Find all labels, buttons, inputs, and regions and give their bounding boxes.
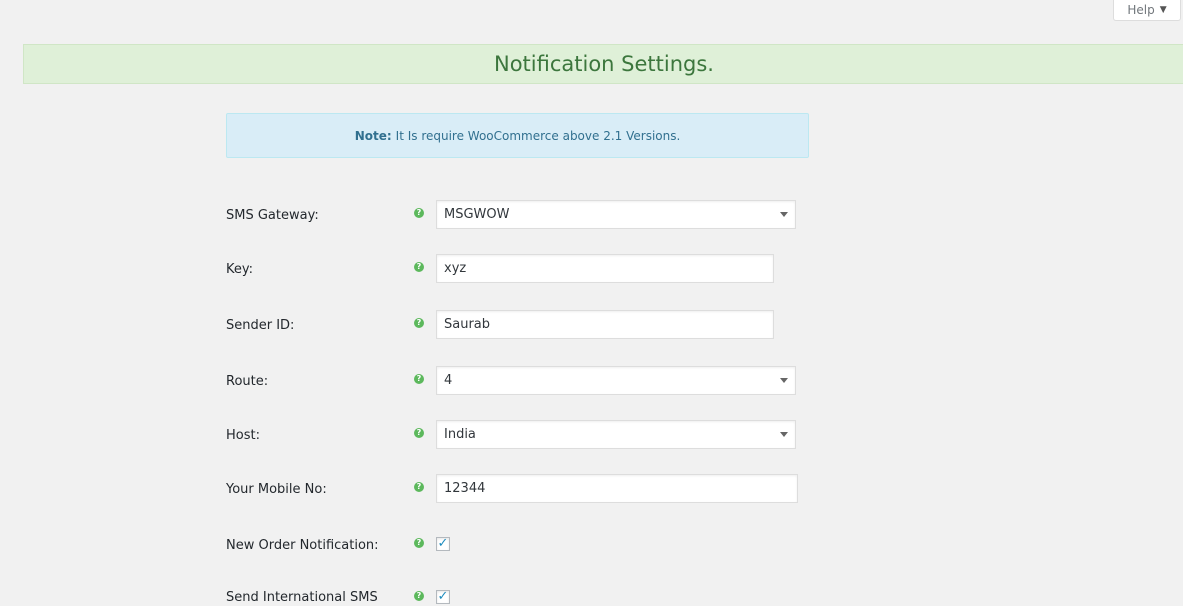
mobile-value: 12344 xyxy=(444,481,486,496)
route-value: 4 xyxy=(444,373,453,388)
help-tip-icon[interactable]: ? xyxy=(414,262,424,272)
new-order-label: New Order Notification: xyxy=(226,538,379,553)
help-tip-icon[interactable]: ? xyxy=(414,538,424,548)
sms-gateway-label: SMS Gateway: xyxy=(226,208,319,223)
dropdown-arrow-icon xyxy=(780,212,788,217)
new-order-checkbox[interactable]: ✓ xyxy=(436,537,450,551)
host-value: India xyxy=(444,427,476,442)
checkmark-icon: ✓ xyxy=(437,589,449,604)
help-tip-icon[interactable]: ? xyxy=(414,208,424,218)
key-input[interactable]: xyz xyxy=(436,254,774,283)
dropdown-arrow-icon xyxy=(780,432,788,437)
dropdown-arrow-icon xyxy=(780,378,788,383)
sms-gateway-select[interactable]: MSGWOW xyxy=(436,200,796,229)
intl-sms-checkbox[interactable]: ✓ xyxy=(436,590,450,604)
help-label: Help xyxy=(1127,3,1155,17)
route-label: Route: xyxy=(226,374,269,389)
help-tip-icon[interactable]: ? xyxy=(414,482,424,492)
checkmark-icon: ✓ xyxy=(437,536,449,551)
sender-id-value: Saurab xyxy=(444,317,491,332)
mobile-input[interactable]: 12344 xyxy=(436,474,798,503)
note-prefix: Note: xyxy=(354,128,392,143)
sms-gateway-value: MSGWOW xyxy=(444,207,510,222)
caret-down-icon: ▼ xyxy=(1159,5,1167,15)
help-tip-icon[interactable]: ? xyxy=(414,318,424,328)
intl-sms-label: Send International SMS xyxy=(226,590,378,605)
woocommerce-note: Note: It Is require WooCommerce above 2.… xyxy=(226,113,809,158)
host-label: Host: xyxy=(226,428,260,443)
key-label: Key: xyxy=(226,262,254,277)
help-tip-icon[interactable]: ? xyxy=(414,374,424,384)
sender-id-label: Sender ID: xyxy=(226,318,295,333)
help-tip-icon[interactable]: ? xyxy=(414,428,424,438)
key-value: xyz xyxy=(444,261,467,276)
note-text: It Is require WooCommerce above 2.1 Vers… xyxy=(395,128,681,143)
mobile-label: Your Mobile No: xyxy=(226,482,327,497)
settings-banner: Notification Settings. xyxy=(23,44,1183,84)
host-select[interactable]: India xyxy=(436,420,796,449)
page-title: Notification Settings. xyxy=(494,52,714,76)
help-tab-button[interactable]: Help ▼ xyxy=(1113,0,1181,21)
sender-id-input[interactable]: Saurab xyxy=(436,310,774,339)
route-select[interactable]: 4 xyxy=(436,366,796,395)
